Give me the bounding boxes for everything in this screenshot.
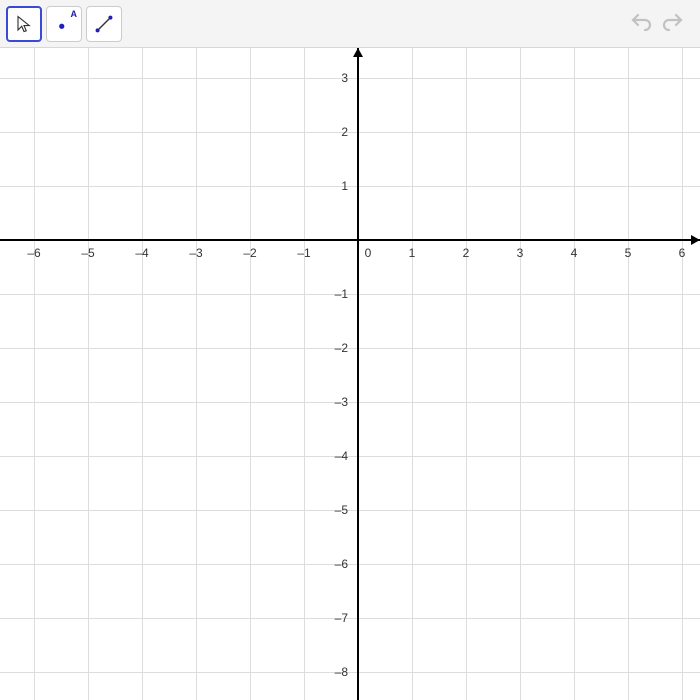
y-axis-arrow-icon (353, 48, 363, 57)
y-tick-label: 3 (341, 71, 348, 85)
grid-line-horizontal (0, 672, 700, 673)
y-tick-label: –4 (335, 449, 348, 463)
tool-group: A (6, 6, 122, 42)
point-tool-badge: A (71, 9, 78, 19)
grid-line-horizontal (0, 294, 700, 295)
toolbar: A (0, 0, 700, 48)
grid-line-horizontal (0, 510, 700, 511)
grid-line-horizontal (0, 618, 700, 619)
x-tick-label: 3 (517, 246, 524, 260)
y-tick-label: –8 (335, 665, 348, 679)
x-axis (0, 239, 700, 241)
grid-line-vertical (304, 48, 305, 700)
y-tick-label: 2 (341, 125, 348, 139)
grid-line-horizontal (0, 78, 700, 79)
y-tick-label: –6 (335, 557, 348, 571)
x-tick-label: –2 (243, 246, 256, 260)
redo-icon (661, 12, 685, 36)
x-tick-label: 4 (571, 246, 578, 260)
graph-canvas[interactable]: –6 –5 –4 –3 –2 –1 0 1 2 3 4 5 6 3 2 1 –1 –2 –3 –4 –5 –6 –7 –8 (0, 48, 700, 700)
move-tool-button[interactable] (6, 6, 42, 42)
segment-icon (93, 13, 115, 35)
grid-line-vertical (628, 48, 629, 700)
grid-line-horizontal (0, 132, 700, 133)
x-axis-arrow-icon (691, 235, 700, 245)
x-tick-label: –4 (135, 246, 148, 260)
undo-icon (629, 12, 653, 36)
y-axis (357, 48, 359, 700)
grid-line-vertical (520, 48, 521, 700)
grid-line-vertical (142, 48, 143, 700)
y-tick-label: –1 (335, 287, 348, 301)
grid-line-vertical (88, 48, 89, 700)
grid-line-vertical (34, 48, 35, 700)
x-tick-label: 6 (679, 246, 686, 260)
undo-button[interactable] (626, 9, 656, 39)
grid-line-vertical (412, 48, 413, 700)
redo-button[interactable] (658, 9, 688, 39)
x-tick-label: 5 (625, 246, 632, 260)
x-tick-label: –1 (297, 246, 310, 260)
x-tick-label: –3 (189, 246, 202, 260)
x-tick-label: 2 (463, 246, 470, 260)
x-tick-label: –6 (27, 246, 40, 260)
x-tick-label: 1 (409, 246, 416, 260)
grid-line-vertical (196, 48, 197, 700)
grid-line-horizontal (0, 564, 700, 565)
grid-line-horizontal (0, 348, 700, 349)
y-tick-label: –2 (335, 341, 348, 355)
grid-line-horizontal (0, 186, 700, 187)
grid-line-horizontal (0, 456, 700, 457)
grid-line-horizontal (0, 402, 700, 403)
grid-line-vertical (682, 48, 683, 700)
y-tick-label: –3 (335, 395, 348, 409)
y-tick-label: 1 (341, 179, 348, 193)
point-tool-button[interactable]: A (46, 6, 82, 42)
grid-line-vertical (574, 48, 575, 700)
segment-tool-button[interactable] (86, 6, 122, 42)
cursor-icon (15, 15, 33, 33)
x-tick-label: –5 (81, 246, 94, 260)
history-group (626, 9, 694, 39)
x-tick-label: 0 (365, 246, 372, 260)
y-tick-label: –7 (335, 611, 348, 625)
grid-line-vertical (466, 48, 467, 700)
y-tick-label: –5 (335, 503, 348, 517)
grid-line-vertical (250, 48, 251, 700)
